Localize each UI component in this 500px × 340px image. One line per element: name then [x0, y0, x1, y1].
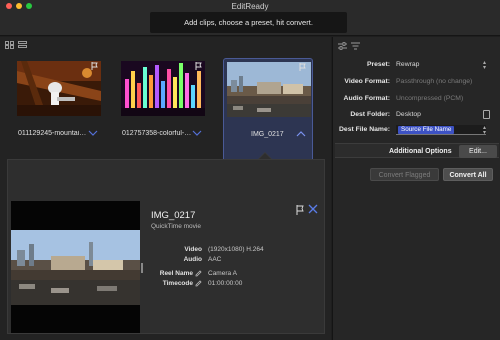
settings-panel: Preset: Rewrap ▴ ▾ Video Format: Passthro… — [332, 37, 500, 340]
audio-label: Audio — [183, 256, 202, 263]
status-hint: Add clips, choose a preset, hit convert. — [150, 12, 347, 33]
video-value: (1920x1080) H.264 — [208, 246, 264, 253]
video-format-row: Video Format: Passthrough (no change) — [333, 78, 500, 88]
video-format-label: Video Format: — [344, 78, 390, 85]
dest-file-name-row: Dest File Name: Source File Name ▴ ▾ — [333, 125, 500, 136]
dest-folder-row: Dest Folder: Desktop — [333, 110, 500, 121]
video-label: Video — [184, 246, 202, 253]
audio-format-value[interactable]: Uncompressed (PCM) — [396, 95, 463, 102]
grid-view-icon[interactable] — [5, 41, 14, 49]
dest-file-name-label: Dest File Name: — [339, 126, 390, 133]
timecode-label: Timecode — [162, 280, 193, 287]
clip-name: 012757358-colorful-disc... — [122, 130, 194, 137]
audio-format-row: Audio Format: Uncompressed (PCM) — [333, 95, 500, 105]
pencil-icon[interactable] — [195, 270, 202, 277]
convert-flagged-button[interactable]: Convert Flagged — [370, 168, 439, 181]
dest-folder-label: Dest Folder: — [350, 111, 390, 118]
chevron-down-icon[interactable] — [192, 130, 202, 136]
clip-browser: 011129245-mountain-bik... — [0, 37, 331, 340]
preview-frame — [11, 230, 140, 305]
clip-name: 011129245-mountain-bik... — [18, 130, 90, 137]
close-icon[interactable] — [308, 204, 318, 214]
preset-row: Preset: Rewrap ▴ ▾ — [333, 60, 500, 71]
audio-format-label: Audio Format: — [343, 95, 390, 102]
detail-popover-caret — [258, 152, 272, 159]
pencil-icon[interactable] — [195, 280, 202, 287]
list-view-icon[interactable] — [18, 41, 27, 49]
additional-options-label: Additional Options — [389, 148, 452, 155]
edit-options-button[interactable]: Edit... — [459, 145, 497, 158]
sliders-icon[interactable] — [338, 42, 347, 50]
convert-all-button[interactable]: Convert All — [443, 168, 493, 181]
dest-folder-value[interactable]: Desktop — [396, 111, 421, 118]
preset-label: Preset: — [366, 61, 390, 68]
folder-browse-icon[interactable] — [483, 110, 490, 119]
reel-name-value[interactable]: Camera A — [208, 270, 237, 277]
playhead-handle[interactable] — [141, 263, 143, 273]
chevron-up-icon[interactable] — [296, 131, 306, 137]
clip-thumbnail — [17, 61, 101, 116]
settings-toolbar — [338, 42, 360, 50]
title-bar: EditReady Add clips, choose a preset, hi… — [0, 0, 500, 36]
preset-stepper-icon[interactable]: ▴ ▾ — [483, 60, 486, 71]
timecode-row: Timecode 01:00:00:00 — [151, 280, 326, 289]
additional-options-bar: Additional Options Edit... — [335, 143, 499, 158]
chevron-down-icon[interactable] — [88, 130, 98, 136]
video-info-row: Video (1920x1080) H.264 — [151, 246, 326, 255]
view-mode-switcher — [5, 41, 27, 49]
flag-icon[interactable] — [91, 62, 98, 70]
timecode-value[interactable]: 01:00:00:00 — [208, 280, 242, 287]
clip-detail-subtitle: QuickTime movie — [151, 223, 201, 230]
audio-info-row: Audio AAC — [151, 256, 326, 265]
filter-list-icon[interactable] — [351, 42, 360, 50]
preset-select[interactable]: Rewrap — [396, 61, 419, 68]
dest-file-stepper-icon[interactable]: ▴ ▾ — [483, 125, 486, 136]
source-file-name-token[interactable]: Source File Name — [398, 126, 455, 134]
window-title: EditReady — [231, 2, 269, 11]
video-format-value[interactable]: Passthrough (no change) — [396, 78, 472, 85]
clip-thumbnail — [121, 61, 205, 116]
video-preview[interactable] — [11, 201, 140, 333]
clip-name: IMG_0217 — [251, 131, 284, 138]
flag-icon[interactable] — [299, 63, 306, 71]
flag-icon[interactable] — [296, 205, 304, 215]
reel-name-label: Reel Name — [159, 270, 193, 277]
clip-detail-popover: IMG_0217 QuickTime movie Video (1920x108… — [7, 159, 325, 334]
clip-detail-title: IMG_0217 — [151, 210, 196, 221]
audio-value: AAC — [208, 256, 222, 263]
dest-file-name-field[interactable]: Source File Name — [396, 125, 486, 135]
reel-name-row: Reel Name Camera A — [151, 270, 326, 279]
flag-icon[interactable] — [195, 62, 202, 70]
